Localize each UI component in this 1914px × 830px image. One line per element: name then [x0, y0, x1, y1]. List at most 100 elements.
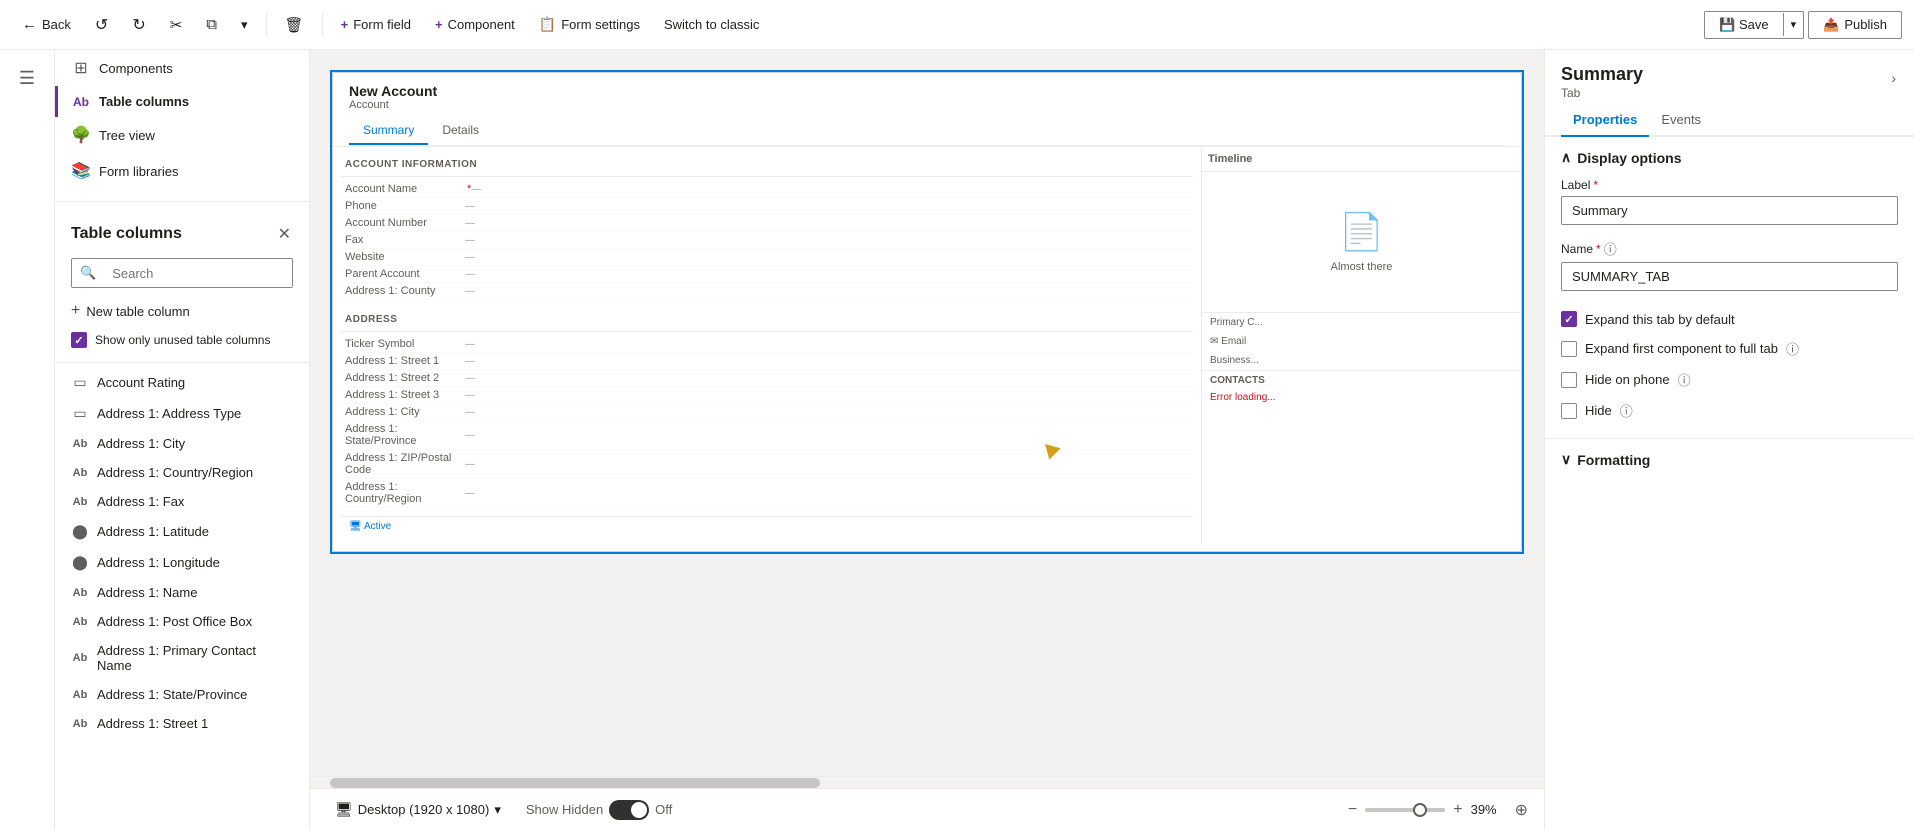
list-item[interactable]: ⬤ Address 1: Latitude — [55, 516, 309, 547]
fit-to-window-button[interactable]: ⊕ — [1515, 800, 1528, 820]
display-options-title-row[interactable]: ∧ Display options — [1561, 149, 1898, 166]
redo-button[interactable]: ↻ — [122, 10, 155, 40]
expand-tab-label: Expand this tab by default — [1585, 312, 1735, 327]
tab-details[interactable]: Details — [428, 117, 493, 145]
formatting-title-row[interactable]: ∨ Formatting — [1561, 451, 1898, 468]
zoom-in-button[interactable]: + — [1451, 799, 1464, 821]
column-icon-2: Ab — [71, 438, 89, 450]
field-value: — — [465, 235, 1189, 246]
list-item[interactable]: Ab Address 1: State/Province — [55, 680, 309, 709]
zoom-out-button[interactable]: − — [1346, 799, 1359, 821]
account-info-section: ACCOUNT INFORMATION Account Name * — Pho… — [341, 155, 1193, 300]
hide-row[interactable]: Hide ⓘ — [1561, 395, 1898, 426]
tab-properties[interactable]: Properties — [1561, 104, 1649, 137]
expand-tab-checkbox[interactable] — [1561, 311, 1577, 327]
column-name-2: Address 1: City — [97, 436, 293, 451]
timeline-header: Timeline — [1202, 147, 1521, 172]
copy-button[interactable]: ⧉ — [196, 11, 227, 38]
show-unused-row[interactable]: Show only unused table columns — [55, 326, 309, 358]
switch-classic-label: Switch to classic — [664, 17, 759, 32]
hamburger-button[interactable]: ☰ — [7, 58, 47, 98]
columns-panel-header: Table columns ✕ — [55, 206, 309, 254]
right-panel-subtitle: Tab — [1561, 86, 1643, 100]
tab-summary[interactable]: Summary — [349, 117, 428, 145]
horizontal-scrollbar[interactable] — [310, 776, 1544, 788]
name-required-mark: * — [1596, 242, 1601, 256]
document-icon: 📄 — [1339, 211, 1384, 253]
field-value: — — [465, 488, 1189, 499]
form-preview: New Account Account Summary Details ACCO… — [332, 72, 1522, 552]
zoom-slider[interactable] — [1365, 808, 1445, 812]
right-panel-header: Summary Tab › — [1545, 50, 1914, 104]
tab-events[interactable]: Events — [1649, 104, 1713, 137]
new-table-column-button[interactable]: + New table column — [55, 296, 309, 326]
show-unused-checkbox[interactable] — [71, 332, 87, 348]
nav-item-form-libraries[interactable]: 📚 Form libraries — [55, 153, 309, 189]
form-subtitle: Account — [349, 99, 1505, 111]
dropdown-button[interactable]: ▾ — [231, 12, 258, 38]
save-dropdown-button[interactable]: ▾ — [1783, 13, 1804, 36]
name-field-group: Name * ⓘ — [1561, 239, 1898, 291]
status-label: Active — [364, 521, 391, 532]
desktop-selector[interactable]: 🖥 Desktop (1920 x 1080) ▾ — [326, 796, 510, 823]
list-item[interactable]: Ab Address 1: Primary Contact Name — [55, 636, 309, 680]
list-item[interactable]: Ab Address 1: Country/Region — [55, 458, 309, 487]
field-row: Address 1: City — — [341, 404, 1193, 421]
plus-icon-2: + — [435, 17, 443, 32]
hide-phone-checkbox[interactable] — [1561, 372, 1577, 388]
search-icon: 🔍 — [72, 259, 104, 287]
publish-label: Publish — [1844, 17, 1887, 32]
column-icon-3: Ab — [71, 467, 89, 479]
list-item[interactable]: Ab Address 1: Post Office Box — [55, 607, 309, 636]
field-label: Account Name — [345, 183, 465, 195]
delete-button[interactable]: 🗑 — [275, 11, 314, 39]
add-form-field-button[interactable]: + Form field — [331, 12, 421, 37]
display-options-title: Display options — [1577, 150, 1681, 166]
show-hidden-toggle[interactable] — [609, 800, 649, 820]
save-main-button[interactable]: 💾 Save — [1705, 12, 1782, 38]
hide-info-icon[interactable]: ⓘ — [1620, 401, 1633, 420]
chevron-up-icon: ∧ — [1561, 149, 1571, 166]
expand-tab-row[interactable]: Expand this tab by default — [1561, 305, 1898, 333]
form-settings-button[interactable]: 📋 Form settings — [529, 11, 650, 38]
column-name-10: Address 1: State/Province — [97, 687, 293, 702]
redo-icon: ↻ — [132, 15, 145, 35]
hide-phone-info-icon[interactable]: ⓘ — [1678, 370, 1691, 389]
cut-button[interactable]: ✂ — [160, 11, 193, 39]
expand-full-info-icon[interactable]: ⓘ — [1786, 339, 1799, 358]
undo-button[interactable]: ↺ — [85, 10, 118, 40]
nav-item-table-columns[interactable]: Ab Table columns — [55, 86, 309, 117]
column-name-5: Address 1: Latitude — [97, 524, 293, 539]
hide-checkbox[interactable] — [1561, 403, 1577, 419]
expand-full-checkbox[interactable] — [1561, 341, 1577, 357]
hide-phone-row[interactable]: Hide on phone ⓘ — [1561, 364, 1898, 395]
back-button[interactable]: ← Back — [12, 11, 81, 38]
name-input[interactable] — [1561, 262, 1898, 291]
list-item[interactable]: ▭ Account Rating — [55, 367, 309, 398]
label-input[interactable] — [1561, 196, 1898, 225]
address-section: ADDRESS Ticker Symbol — Address 1: Stree… — [341, 310, 1193, 508]
field-value: — — [465, 269, 1189, 280]
list-item[interactable]: Ab Address 1: Street 1 — [55, 709, 309, 738]
list-item[interactable]: Ab Address 1: City — [55, 429, 309, 458]
nav-item-components[interactable]: ⊞ Components — [55, 50, 309, 86]
publish-button[interactable]: 📤 Publish — [1808, 11, 1902, 39]
scroll-thumb[interactable] — [330, 778, 820, 788]
expand-full-row[interactable]: Expand first component to full tab ⓘ — [1561, 333, 1898, 364]
nav-item-tree-view[interactable]: 🌳 Tree view — [55, 117, 309, 153]
label-field-group: Label * — [1561, 178, 1898, 225]
formatting-section: ∨ Formatting — [1545, 438, 1914, 492]
switch-classic-button[interactable]: Switch to classic — [654, 12, 769, 37]
expand-panel-button[interactable]: › — [1889, 68, 1898, 88]
close-panel-button[interactable]: ✕ — [276, 222, 293, 246]
field-row: Address 1: County — — [341, 283, 1193, 300]
add-component-button[interactable]: + Component — [425, 12, 525, 37]
list-item[interactable]: Ab Address 1: Fax ··· — [55, 487, 309, 516]
list-item[interactable]: ⬤ Address 1: Longitude — [55, 547, 309, 578]
field-row: Ticker Symbol — — [341, 336, 1193, 353]
show-hidden-container: Show Hidden Off — [526, 800, 672, 820]
search-input[interactable] — [104, 260, 293, 287]
list-item[interactable]: ▭ Address 1: Address Type — [55, 398, 309, 429]
list-item[interactable]: Ab Address 1: Name — [55, 578, 309, 607]
name-info-icon[interactable]: ⓘ — [1604, 239, 1617, 258]
